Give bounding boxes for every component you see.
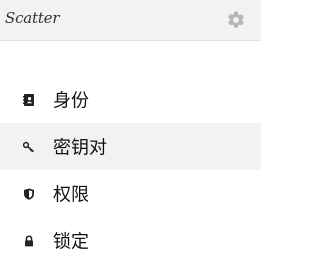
main-menu: 身份 密钥对 权限 锁定	[0, 76, 261, 258]
key-icon	[23, 141, 35, 153]
menu-item-permissions[interactable]: 权限	[0, 170, 261, 217]
menu-item-keypairs[interactable]: 密钥对	[0, 123, 261, 170]
app-logo: Scatter	[5, 9, 60, 27]
gear-icon[interactable]	[226, 10, 246, 30]
menu-item-label: 密钥对	[53, 136, 107, 158]
top-bar: Scatter	[0, 0, 261, 41]
menu-item-label: 锁定	[53, 230, 89, 252]
menu-item-label: 身份	[53, 89, 89, 111]
scatter-popup: Scatter 身份 密钥对 权限 锁定	[0, 0, 261, 258]
menu-item-lock[interactable]: 锁定	[0, 217, 261, 258]
address-book-icon	[23, 93, 35, 106]
menu-item-identities[interactable]: 身份	[0, 76, 261, 123]
shield-icon	[23, 188, 35, 200]
menu-item-label: 权限	[53, 183, 89, 205]
lock-icon	[23, 234, 35, 247]
